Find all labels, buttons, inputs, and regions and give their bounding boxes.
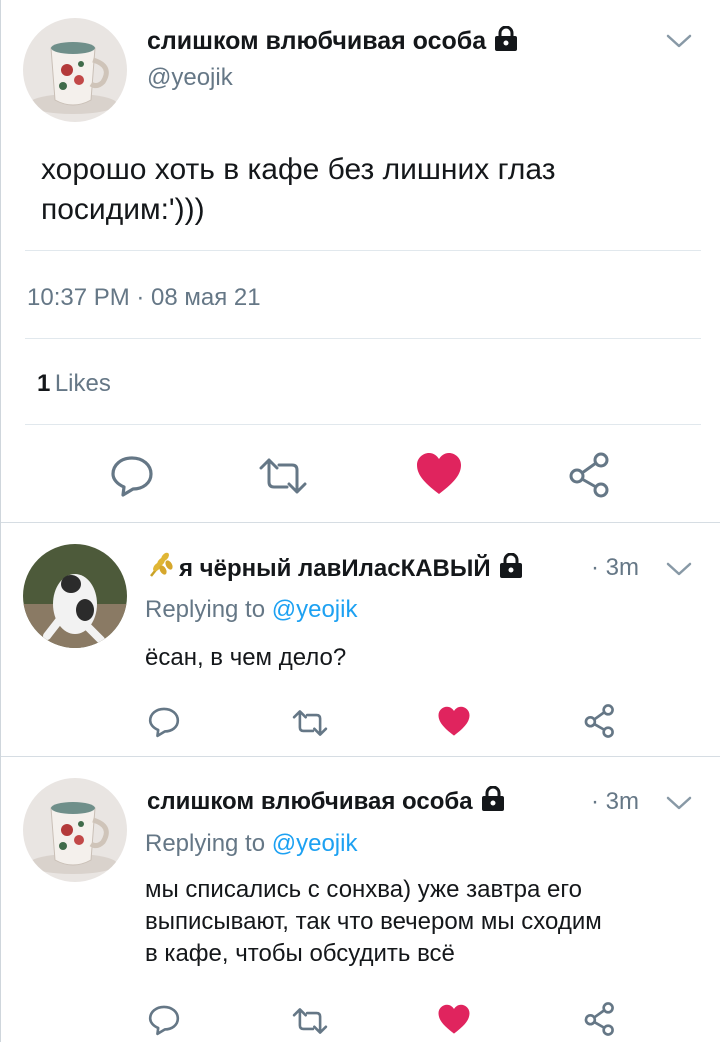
reply-icon[interactable] (147, 706, 181, 738)
like-heart-filled-icon[interactable] (437, 706, 471, 737)
likes-count: 1 (37, 370, 51, 397)
reply-text-line: мы списались с сонхва) уже завтра его (145, 876, 582, 903)
wheat-icon (147, 552, 175, 585)
divider (25, 338, 701, 339)
reply-author-row[interactable]: слишком влюбчивая особа (147, 785, 505, 819)
likes-label: Likes (54, 370, 111, 397)
author-name[interactable]: слишком влюбчивая особа (147, 27, 486, 55)
lock-icon (481, 785, 505, 819)
reply-text-line: ёсан, в чем дело? (145, 644, 347, 671)
divider (25, 250, 701, 251)
share-icon[interactable] (567, 452, 613, 498)
share-icon[interactable] (583, 704, 617, 738)
reply-time[interactable]: · 3m (591, 554, 639, 582)
tweet-text-line: посидим:'))) (41, 193, 205, 226)
replying-prefix: Replying to (145, 830, 266, 857)
author-name-row[interactable]: слишком влюбчивая особа (147, 25, 518, 59)
reply-text: ёсан, в чем дело? (145, 642, 705, 674)
lock-icon (499, 552, 523, 586)
likes-stat[interactable]: 1 Likes (37, 370, 111, 398)
reply-author-name[interactable]: я чёрный лавИласКАВЫЙ (179, 555, 491, 582)
reply-time[interactable]: · 3m (591, 788, 639, 816)
chevron-down-icon[interactable] (665, 560, 693, 578)
reply-text-line: в кафе, чтобы обсудить всё (145, 940, 455, 967)
replying-handle-link[interactable]: @yeojik (272, 596, 358, 623)
chevron-down-icon[interactable] (665, 32, 693, 50)
tweet-text: хорошо хоть в кафе без лишних глаз посид… (41, 150, 681, 230)
like-heart-filled-icon[interactable] (437, 1004, 471, 1035)
replying-to: Replying to @yeojik (145, 596, 357, 624)
author-avatar[interactable] (23, 18, 127, 122)
tweet-timestamp[interactable]: 10:37 PM · 08 мая 21 (27, 284, 261, 312)
reply-avatar[interactable] (23, 778, 127, 882)
reply-author-name[interactable]: слишком влюбчивая особа (147, 788, 473, 815)
retweet-icon[interactable] (257, 458, 309, 494)
replying-prefix: Replying to (145, 596, 266, 623)
author-handle[interactable]: @yeojik (147, 64, 233, 92)
divider (1, 756, 720, 757)
reply-icon[interactable] (109, 454, 155, 498)
retweet-icon[interactable] (291, 710, 329, 736)
reply-icon[interactable] (147, 1004, 181, 1036)
reply-author-row[interactable]: я чёрный лавИласКАВЫЙ (147, 552, 523, 586)
share-icon[interactable] (583, 1002, 617, 1036)
reply-text: мы списались с сонхва) уже завтра его вы… (145, 874, 715, 970)
tweet-text-line: хорошо хоть в кафе без лишних глаз (41, 153, 556, 186)
replying-handle-link[interactable]: @yeojik (272, 830, 358, 857)
replying-to: Replying to @yeojik (145, 830, 357, 858)
retweet-icon[interactable] (291, 1008, 329, 1034)
reply-text-line: выписывают, так что вечером мы сходим (145, 908, 602, 935)
divider (25, 424, 701, 425)
divider (1, 522, 720, 523)
reply-avatar[interactable] (23, 544, 127, 648)
like-heart-filled-icon[interactable] (415, 452, 463, 496)
lock-icon (494, 25, 518, 59)
chevron-down-icon[interactable] (665, 794, 693, 812)
